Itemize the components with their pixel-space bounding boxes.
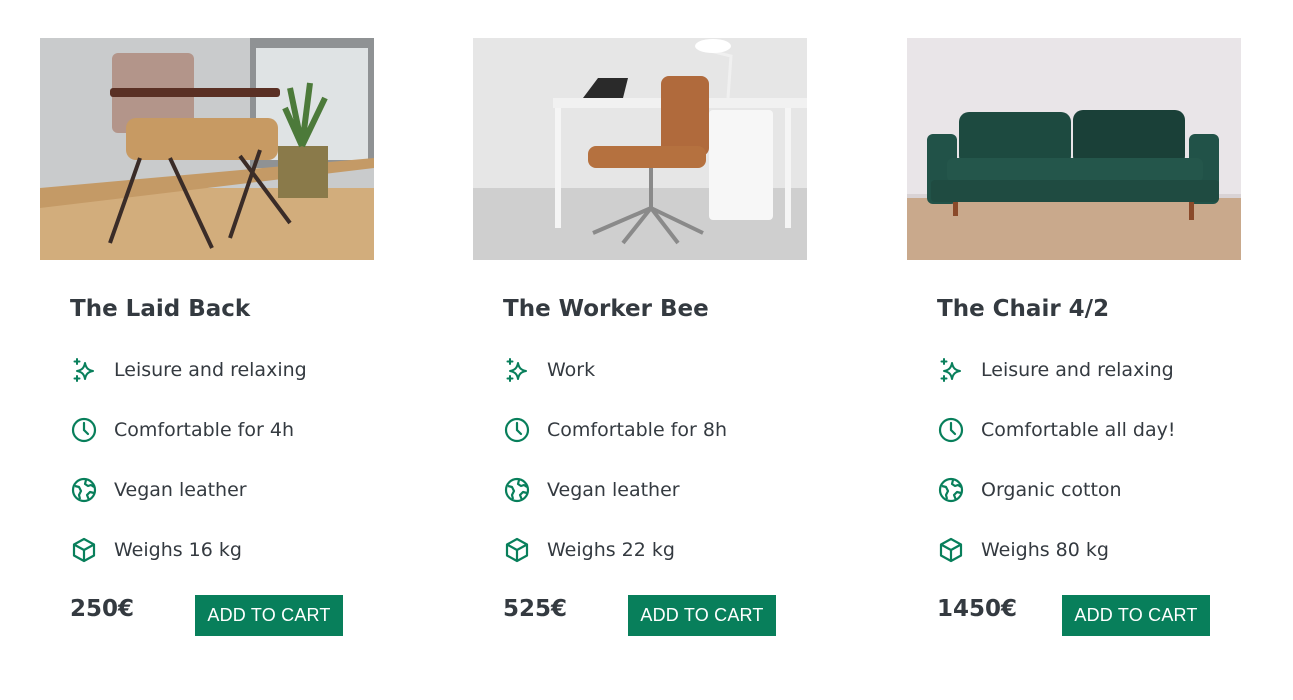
attribute-text: Vegan leather — [114, 479, 247, 501]
attribute-text: Comfortable for 4h — [114, 419, 294, 441]
product-card: The Chair 4/2 Leisure and relaxing Comfo… — [907, 38, 1241, 658]
product-price: 525€ — [503, 596, 568, 622]
product-title: The Worker Bee — [503, 296, 709, 322]
armchair-photo — [40, 38, 374, 260]
attribute-text: Weighs 22 kg — [547, 539, 675, 561]
attribute-text: Organic cotton — [981, 479, 1122, 501]
product-grid: The Laid Back Leisure and relaxing Comfo… — [0, 0, 1293, 700]
add-to-cart-button[interactable]: ADD TO CART — [1062, 595, 1210, 636]
sparkles-icon — [937, 356, 965, 384]
cube-icon — [937, 536, 965, 564]
attribute-text: Vegan leather — [547, 479, 680, 501]
attribute-usage: Leisure and relaxing — [70, 352, 370, 388]
product-attributes: Leisure and relaxing Comfortable for 4h — [70, 352, 370, 592]
add-to-cart-button[interactable]: ADD TO CART — [628, 595, 776, 636]
globe-icon — [503, 476, 531, 504]
sofa-photo — [907, 38, 1241, 260]
product-card: The Worker Bee Work Comfortable for 8h V… — [473, 38, 807, 658]
attribute-material: Vegan leather — [70, 472, 370, 508]
office-chair-photo — [473, 38, 807, 260]
attribute-text: Comfortable all day! — [981, 419, 1176, 441]
product-price: 250€ — [70, 596, 135, 622]
clock-icon — [70, 416, 98, 444]
clock-icon — [503, 416, 531, 444]
add-to-cart-button[interactable]: ADD TO CART — [195, 595, 343, 636]
cube-icon — [503, 536, 531, 564]
attribute-weight: Weighs 22 kg — [503, 532, 803, 568]
attribute-text: Work — [547, 359, 596, 381]
attribute-comfort: Comfortable for 8h — [503, 412, 803, 448]
product-title: The Laid Back — [70, 296, 251, 322]
attribute-comfort: Comfortable for 4h — [70, 412, 370, 448]
attribute-text: Leisure and relaxing — [114, 359, 307, 381]
attribute-usage: Work — [503, 352, 803, 388]
product-attributes: Leisure and relaxing Comfortable all day… — [937, 352, 1237, 592]
attribute-material: Vegan leather — [503, 472, 803, 508]
sparkles-icon — [70, 356, 98, 384]
attribute-material: Organic cotton — [937, 472, 1237, 508]
attribute-weight: Weighs 16 kg — [70, 532, 370, 568]
product-card: The Laid Back Leisure and relaxing Comfo… — [40, 38, 374, 658]
attribute-usage: Leisure and relaxing — [937, 352, 1237, 388]
cube-icon — [70, 536, 98, 564]
attribute-comfort: Comfortable all day! — [937, 412, 1237, 448]
product-price: 1450€ — [937, 596, 1018, 622]
globe-icon — [937, 476, 965, 504]
product-title: The Chair 4/2 — [937, 296, 1110, 322]
attribute-text: Weighs 16 kg — [114, 539, 242, 561]
attribute-weight: Weighs 80 kg — [937, 532, 1237, 568]
sparkles-icon — [503, 356, 531, 384]
attribute-text: Comfortable for 8h — [547, 419, 727, 441]
globe-icon — [70, 476, 98, 504]
product-attributes: Work Comfortable for 8h Vegan leather We… — [503, 352, 803, 592]
clock-icon — [937, 416, 965, 444]
attribute-text: Leisure and relaxing — [981, 359, 1174, 381]
attribute-text: Weighs 80 kg — [981, 539, 1109, 561]
